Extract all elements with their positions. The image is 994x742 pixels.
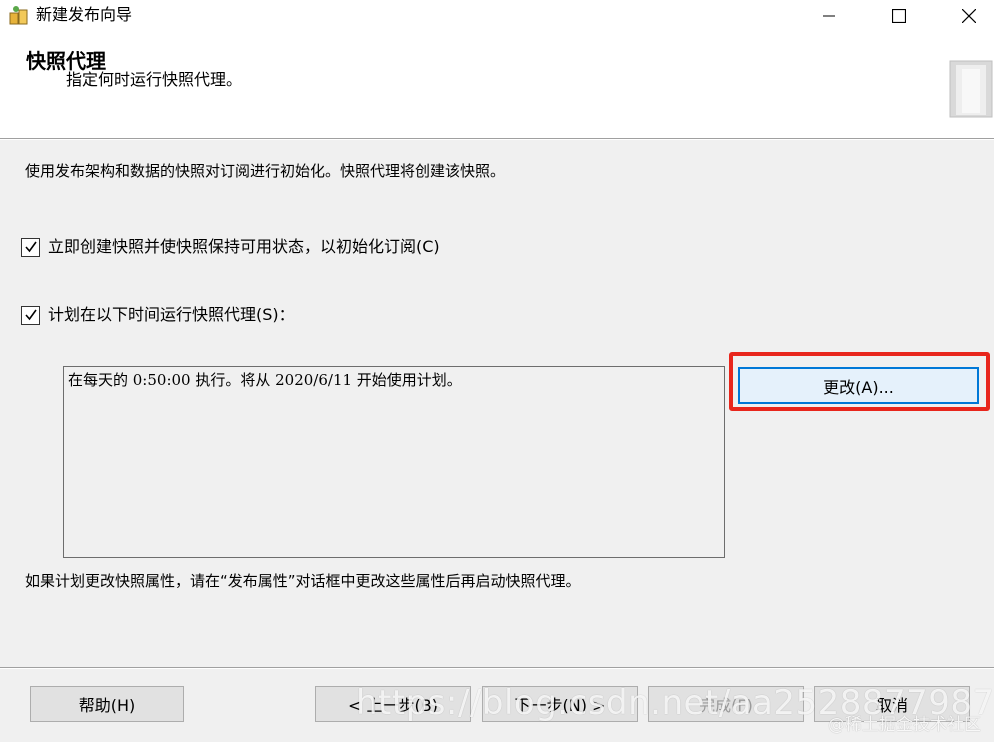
immediate-snapshot-checkbox[interactable] xyxy=(21,237,40,257)
window-title: 新建发布向导 xyxy=(36,5,133,24)
footer-note: 如果计划更改快照属性，请在“发布属性”对话框中更改这些属性后再启动快照代理。 xyxy=(25,572,581,590)
title-bar: 新建发布向导 xyxy=(0,0,994,32)
schedule-description-box: 在每天的 0:50:00 执行。将从 2020/6/11 开始使用计划。 xyxy=(63,366,725,558)
minimize-button[interactable] xyxy=(806,0,852,32)
immediate-snapshot-label: 立即创建快照并使快照保持可用状态，以初始化订阅(C) xyxy=(48,237,440,256)
maximize-icon xyxy=(892,9,906,23)
schedule-snapshot-option[interactable]: 计划在以下时间运行快照代理(S)： xyxy=(21,305,295,325)
help-button[interactable]: 帮助(H) xyxy=(30,686,184,722)
immediate-snapshot-option[interactable]: 立即创建快照并使快照保持可用状态，以初始化订阅(C) xyxy=(21,237,440,257)
header-graphic-icon xyxy=(948,59,994,119)
checkmark-icon xyxy=(24,309,37,321)
maximize-button[interactable] xyxy=(876,0,922,32)
schedule-snapshot-label: 计划在以下时间运行快照代理(S)： xyxy=(48,305,295,324)
close-icon xyxy=(962,9,976,23)
wizard-header: 快照代理 指定何时运行快照代理。 xyxy=(0,32,994,138)
schedule-snapshot-checkbox[interactable] xyxy=(21,305,40,325)
page-subtitle: 指定何时运行快照代理。 xyxy=(66,70,243,89)
wizard-app-icon xyxy=(8,4,30,26)
change-schedule-button[interactable]: 更改(A)... xyxy=(738,367,979,404)
schedule-description-text: 在每天的 0:50:00 执行。将从 2020/6/11 开始使用计划。 xyxy=(68,371,462,389)
minimize-icon xyxy=(823,15,835,17)
intro-text: 使用发布架构和数据的快照对订阅进行初始化。快照代理将创建该快照。 xyxy=(25,162,506,180)
close-button[interactable] xyxy=(946,0,992,32)
checkmark-icon xyxy=(24,241,37,253)
watermark-community: @稀土掘金技术社区 xyxy=(828,715,981,735)
